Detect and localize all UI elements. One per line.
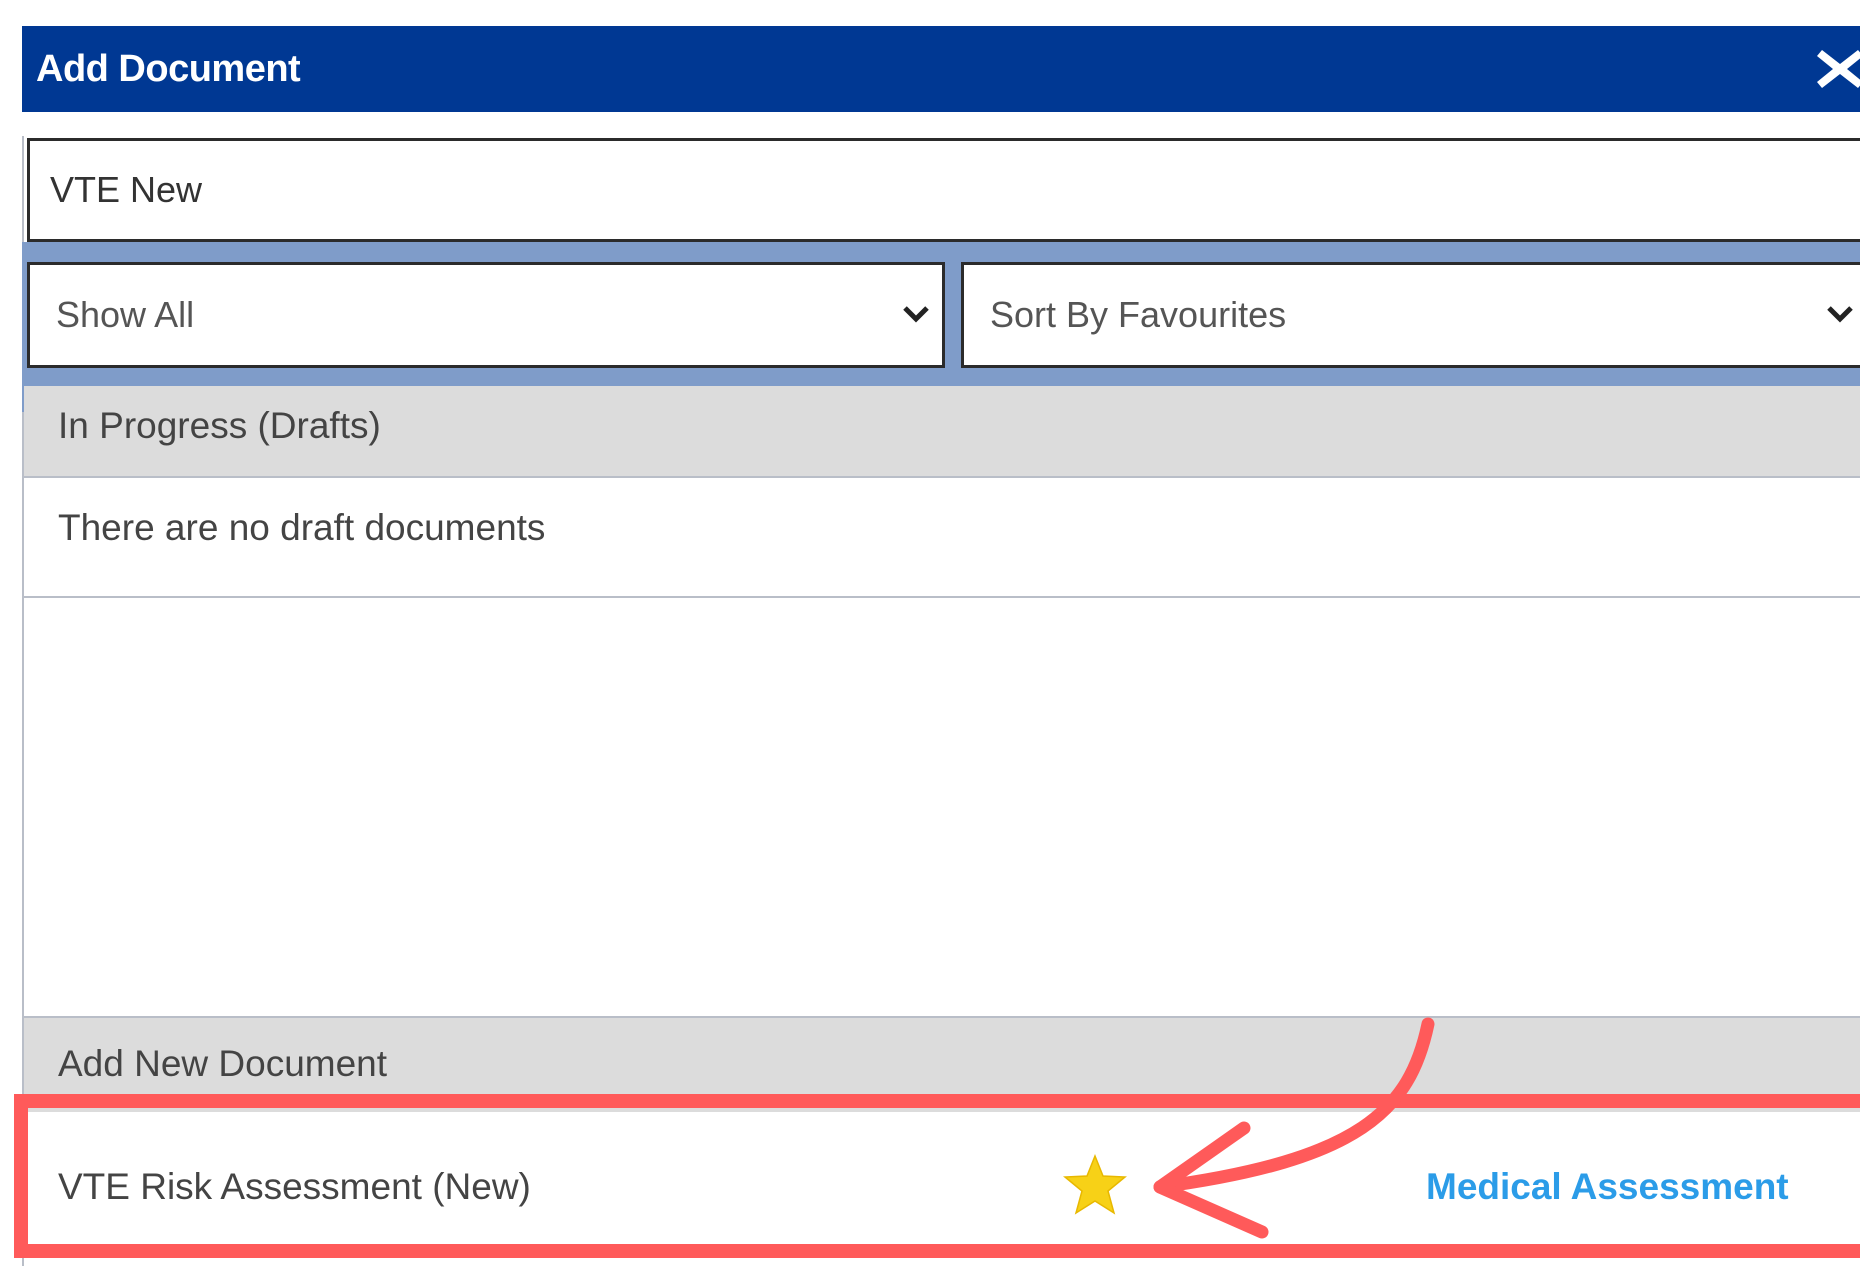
- search-input[interactable]: [27, 138, 1860, 242]
- show-filter-select[interactable]: Show All: [27, 262, 945, 368]
- chevron-down-icon: [903, 306, 929, 323]
- star-icon: [1063, 1153, 1127, 1215]
- search-container: [22, 112, 1860, 136]
- document-category-link[interactable]: Medical Assessment: [1426, 1112, 1789, 1262]
- drafts-section-header: In Progress (Drafts): [24, 386, 1860, 478]
- document-name: VTE Risk Assessment (New): [58, 1166, 531, 1207]
- close-icon: [1817, 50, 1860, 88]
- favourite-toggle[interactable]: [1063, 1153, 1127, 1216]
- new-document-section-header: Add New Document: [24, 1016, 1860, 1112]
- document-list-item[interactable]: VTE Risk Assessment (New) Medical Assess…: [24, 1112, 1860, 1266]
- dialog-title: Add Document: [36, 48, 301, 90]
- add-document-dialog: Add Document Show All Sort By Favourites…: [22, 26, 1860, 1266]
- chevron-down-icon: [1827, 306, 1853, 323]
- no-drafts-message: There are no draft documents: [24, 478, 1860, 598]
- screen: Add Document Show All Sort By Favourites…: [0, 0, 1860, 1268]
- sort-filter-value: Sort By Favourites: [990, 294, 1287, 335]
- dialog-titlebar: Add Document: [22, 26, 1860, 112]
- show-filter-value: Show All: [56, 294, 195, 335]
- sort-filter-select[interactable]: Sort By Favourites: [961, 262, 1860, 368]
- close-button[interactable]: [1816, 46, 1860, 92]
